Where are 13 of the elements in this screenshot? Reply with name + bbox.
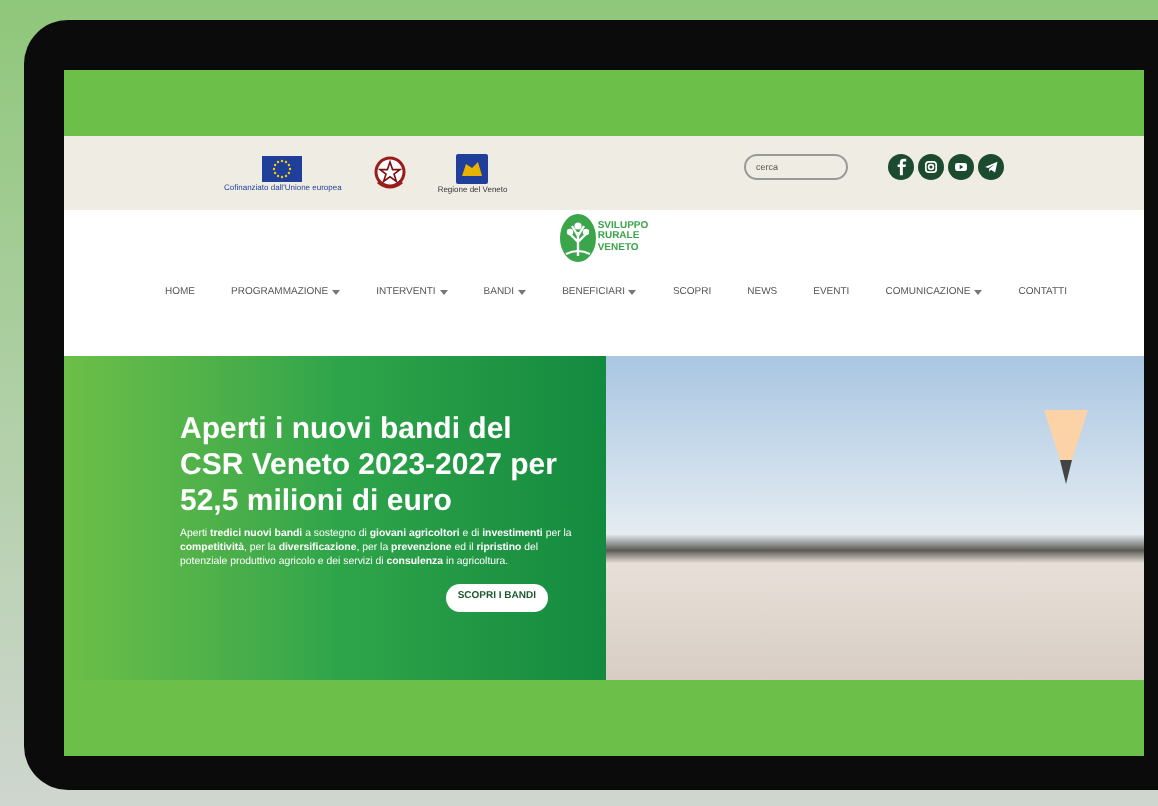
facebook-icon[interactable] [888, 154, 914, 180]
hero-title: Aperti i nuovi bandi del CSR Veneto 2023-2027 per 52,5 milioni di euro [180, 412, 559, 520]
star-emblem-icon [373, 156, 406, 190]
youtube-icon[interactable] [948, 154, 974, 180]
caret-icon [974, 290, 983, 297]
telegram-icon[interactable] [978, 154, 1004, 180]
caret-icon [439, 290, 448, 297]
caret-icon [628, 290, 637, 297]
caret-icon [518, 290, 527, 297]
eu-flag-icon [262, 155, 303, 181]
caret-icon [332, 290, 341, 297]
triangle-icon [1044, 410, 1088, 484]
instagram-icon[interactable] [918, 154, 944, 180]
